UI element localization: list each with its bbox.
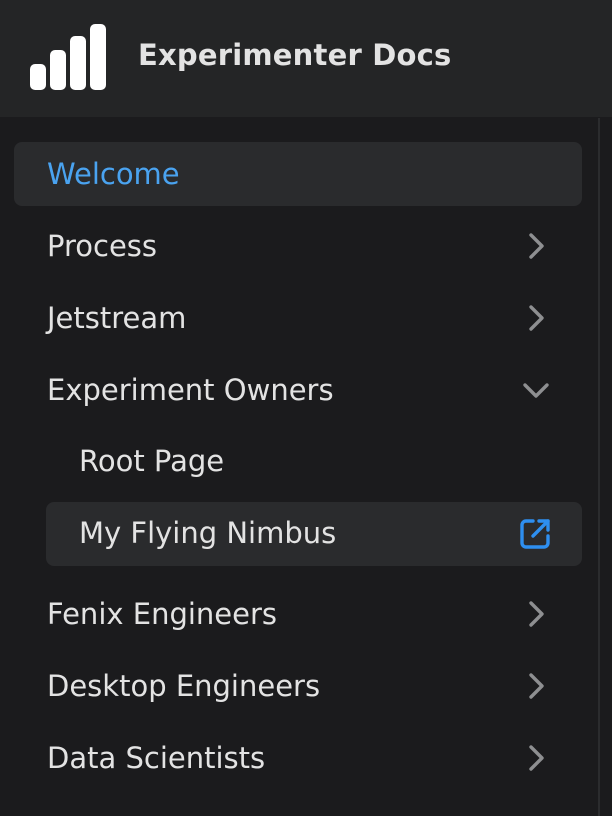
sidebar-item-fenix-engineers[interactable]: Fenix Engineers [14,582,582,646]
navbar: Experimenter Docs [0,0,612,118]
sidebar-item-label: Experiment Owners [47,373,334,407]
chevron-right-icon[interactable] [520,230,552,262]
sidebar-item-label: Fenix Engineers [47,597,278,631]
external-link-icon [520,519,550,549]
sidebar-item-label: Desktop Engineers [47,669,321,703]
sidebar-item-label: Root Page [79,444,225,478]
sidebar-item-welcome[interactable]: Welcome [14,142,582,206]
chevron-right-icon[interactable] [520,670,552,702]
sidebar-item-desktop-engineers[interactable]: Desktop Engineers [14,654,582,718]
chevron-down-icon[interactable] [520,374,552,406]
sidebar-item-label: My Flying Nimbus [79,516,337,550]
sidebar-item-experiment-owners[interactable]: Experiment Owners [14,358,582,422]
sidebar-item-process[interactable]: Process [14,214,582,278]
site-title[interactable]: Experimenter Docs [138,38,452,72]
sidebar-item-jetstream[interactable]: Jetstream [14,286,582,350]
sidebar-item-label: Process [47,229,158,263]
sidebar-scroll-divider [598,118,612,816]
bar-chart-logo-icon[interactable] [28,24,106,92]
chevron-right-icon[interactable] [520,742,552,774]
sidebar-item-label: Jetstream [47,301,187,335]
sidebar-item-data-scientists[interactable]: Data Scientists [14,726,582,790]
sidebar-nav: Welcome Process Jetstream Experiment Own… [0,118,598,816]
sidebar-subitem-my-flying-nimbus[interactable]: My Flying Nimbus [46,502,582,566]
sidebar-item-label: Welcome [47,157,180,191]
sidebar-item-label: Data Scientists [47,741,266,775]
sidebar-subitem-root-page[interactable]: Root Page [46,430,582,494]
chevron-right-icon[interactable] [520,302,552,334]
chevron-right-icon[interactable] [520,598,552,630]
